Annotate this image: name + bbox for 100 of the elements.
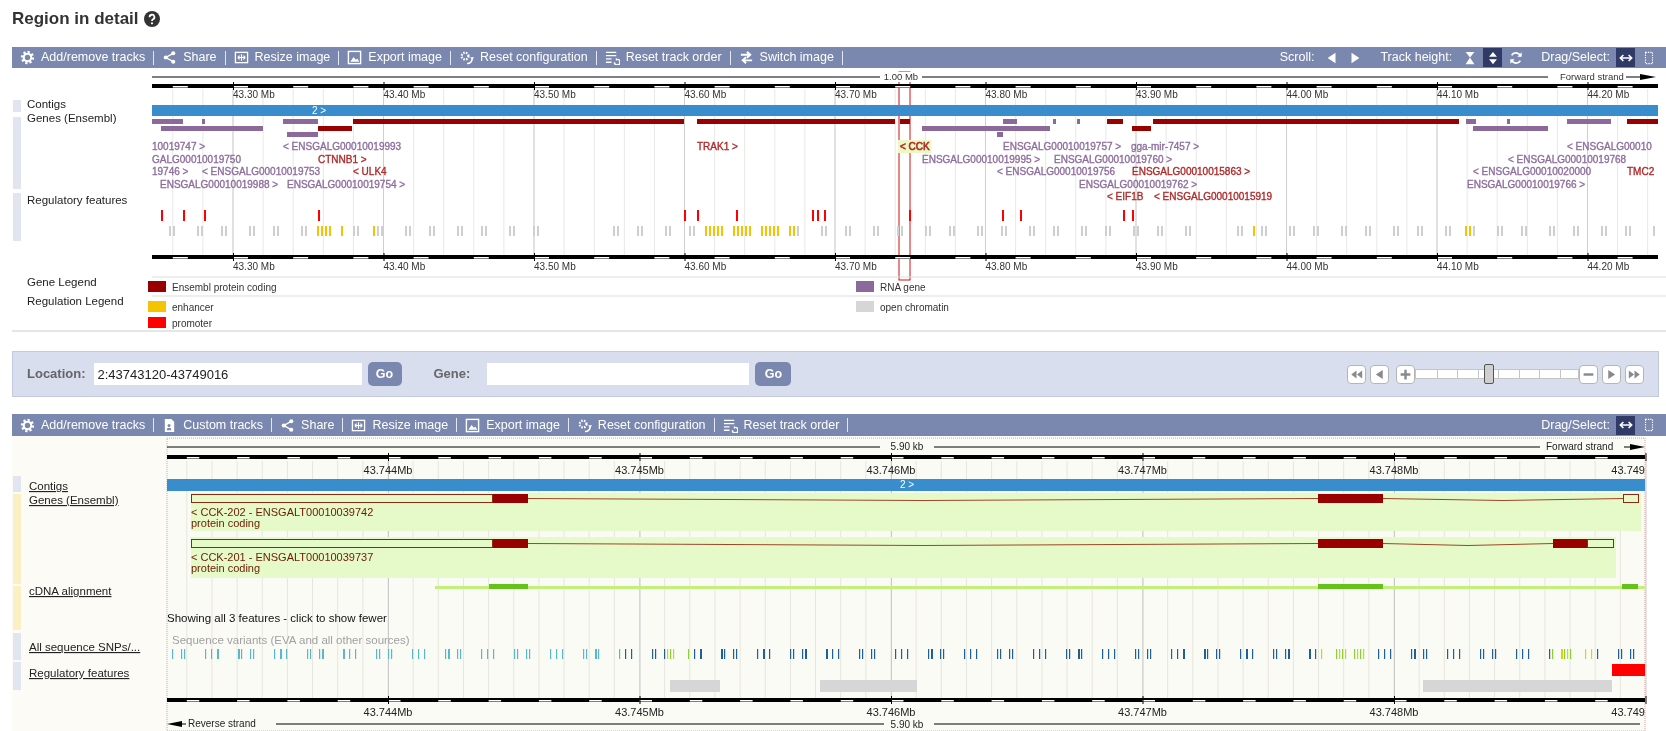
go-button[interactable]: Go [367, 362, 402, 386]
span-label: 5.90 kb [890, 441, 924, 452]
toolbar-button[interactable]: Share [272, 414, 343, 436]
forward-icon [1605, 367, 1618, 381]
gene-label[interactable]: gga-mir-7457 > [1131, 141, 1200, 152]
gene-label[interactable]: < ENSGALG00010019993 [283, 141, 402, 152]
gene-label[interactable]: CTNNB1 > [318, 153, 367, 165]
track-label[interactable]: All sequence SNPs/... [29, 641, 141, 653]
track-label[interactable]: Contigs [29, 480, 68, 492]
transcript-drawing[interactable] [191, 539, 1614, 548]
toolbar-button[interactable]: Reset configuration [450, 47, 596, 68]
fast-forward-button[interactable] [1625, 364, 1644, 384]
axis-tick-label: 44.00 Mb [1286, 261, 1329, 272]
gene-field[interactable] [487, 363, 750, 385]
gene-label[interactable]: < ENSGALG00010019753 [202, 166, 321, 177]
toolbar-button[interactable]: Resize image [225, 47, 339, 68]
axis-tick-label: 43.748Mb [1369, 706, 1419, 718]
drag-handle[interactable] [13, 586, 21, 630]
gene-label[interactable]: < ENSGALG00010015919 [1154, 191, 1273, 202]
gene-label[interactable]: ENSGALG00010019995 > [922, 153, 1041, 165]
expand-button[interactable] [1483, 48, 1503, 67]
rewind-button[interactable] [1347, 364, 1366, 384]
axis-tick-label: 43.746Mb [866, 706, 916, 718]
reorder-icon [604, 50, 620, 65]
zoom-out-button[interactable] [1579, 364, 1598, 384]
axis-tick-label: 43.749 [1611, 464, 1645, 476]
axis-tick-label: 43.745Mb [615, 706, 664, 718]
help-icon[interactable] [143, 11, 160, 27]
drag-button[interactable] [1616, 415, 1635, 435]
drag-handle[interactable] [13, 117, 21, 189]
drag-handle[interactable] [13, 662, 21, 690]
toolbar-button[interactable]: Resize image [343, 414, 457, 436]
axis-tick-label: 43.80 Mb [985, 89, 1028, 100]
axis-tick-label: 43.70 Mb [835, 261, 877, 272]
forward-button[interactable] [1602, 364, 1621, 384]
track-label[interactable]: Genes (Ensembl) [29, 494, 119, 506]
toolbar-button[interactable]: Share [154, 47, 225, 68]
strand-label: Forward strand [1560, 71, 1624, 82]
transcript-label: < CCK-202 - ENSGALT00010039742 [191, 506, 374, 518]
location-field[interactable]: 2:43743120-43749016 [93, 363, 362, 385]
toolbar-button[interactable]: Reset configuration [568, 414, 714, 436]
gene-label[interactable]: < CCK [900, 141, 930, 152]
toolbar-button[interactable]: Export image [339, 47, 450, 68]
toolbar-label: Drag/Select: [1541, 49, 1610, 67]
field-label: Gene: [433, 365, 471, 384]
axis-tick-label: 43.745Mb [615, 464, 664, 476]
gene-label[interactable]: 19746 > [152, 166, 189, 177]
legend-label: open chromatin [880, 301, 949, 313]
gene-label[interactable]: TMC2 [1627, 166, 1655, 177]
gene-label[interactable]: GALG00010019750 [152, 153, 241, 165]
track-label[interactable]: Regulatory features [29, 667, 130, 679]
toolbar-button[interactable]: Reset track order [714, 414, 848, 436]
drag-handle[interactable] [13, 494, 21, 584]
gene-label[interactable]: ENSGALG00010019757 > [1003, 141, 1122, 152]
toolbar-button[interactable]: Custom tracks [154, 414, 272, 436]
drag-button[interactable] [1616, 48, 1635, 67]
track-label[interactable]: cDNA alignment [29, 585, 112, 597]
biotype-label: protein coding [191, 562, 261, 574]
toolbar-button[interactable]: Add/remove tracks [12, 414, 154, 436]
gene-label[interactable]: TRAK1 > [697, 141, 738, 152]
reset-icon [458, 50, 474, 65]
axis-tick-label: 43.744Mb [363, 464, 413, 476]
gene-label[interactable]: ENSGALG00010015863 > [1132, 166, 1251, 177]
gene-label[interactable]: < EIF1B [1107, 191, 1144, 202]
gene-label[interactable]: ENSGALG00010019754 > [287, 178, 406, 190]
axis-tick-label: 43.744Mb [363, 706, 413, 718]
share-icon [162, 50, 178, 65]
drag-handle[interactable] [13, 193, 21, 241]
swap-icon [738, 50, 754, 65]
axis-tick-label: 43.50 Mb [534, 261, 576, 272]
zoom-slider-thumb[interactable] [1484, 364, 1495, 384]
toolbar-button[interactable]: Add/remove tracks [12, 47, 154, 68]
transcript-drawing[interactable] [191, 494, 1639, 503]
gene-label[interactable]: ENSGALG00010019988 > [160, 178, 279, 190]
gene-label[interactable]: < ULK4 [353, 166, 387, 177]
toolbar-button[interactable]: Switch image [730, 47, 842, 68]
gene-label[interactable]: < ENSGALG00010019756 [997, 166, 1116, 177]
gene-label[interactable]: 10019747 > [152, 141, 206, 152]
axis-tick-label: 44.10 Mb [1437, 89, 1479, 100]
gene-label[interactable]: < ENSGALG00010019768 [1508, 153, 1627, 165]
toolbar-label: Track height: [1380, 49, 1453, 67]
feature-count-link[interactable]: Showing all 3 features - click to show fewer [167, 612, 387, 624]
axis-tick-label: 43.60 Mb [684, 89, 727, 100]
drag-handle[interactable] [13, 476, 21, 492]
gene-label[interactable]: ENSGALG00010019760 > [1054, 153, 1173, 165]
gene-label[interactable]: < ENSGALG00010020000 [1473, 166, 1592, 177]
gene-label[interactable]: ENSGALG00010019762 > [1079, 178, 1198, 190]
drag-handle[interactable] [13, 100, 21, 112]
zoom-in-button[interactable] [1396, 364, 1415, 384]
gene-label[interactable]: ENSGALG00010019766 > [1467, 178, 1586, 190]
drag-handle[interactable] [13, 633, 21, 660]
toolbar-button[interactable]: Reset track order [596, 47, 730, 68]
toolbar-label: Scroll: [1279, 49, 1315, 67]
resize-icon [233, 50, 249, 65]
back-button[interactable] [1370, 364, 1389, 384]
gene-label[interactable]: < ENSGALG00010 [1567, 141, 1652, 152]
axis-tick-label: 43.50 Mb [534, 89, 576, 100]
go-button[interactable]: Go [755, 362, 792, 386]
zoom-slider[interactable] [1415, 364, 1579, 384]
toolbar-button[interactable]: Export image [457, 414, 568, 436]
